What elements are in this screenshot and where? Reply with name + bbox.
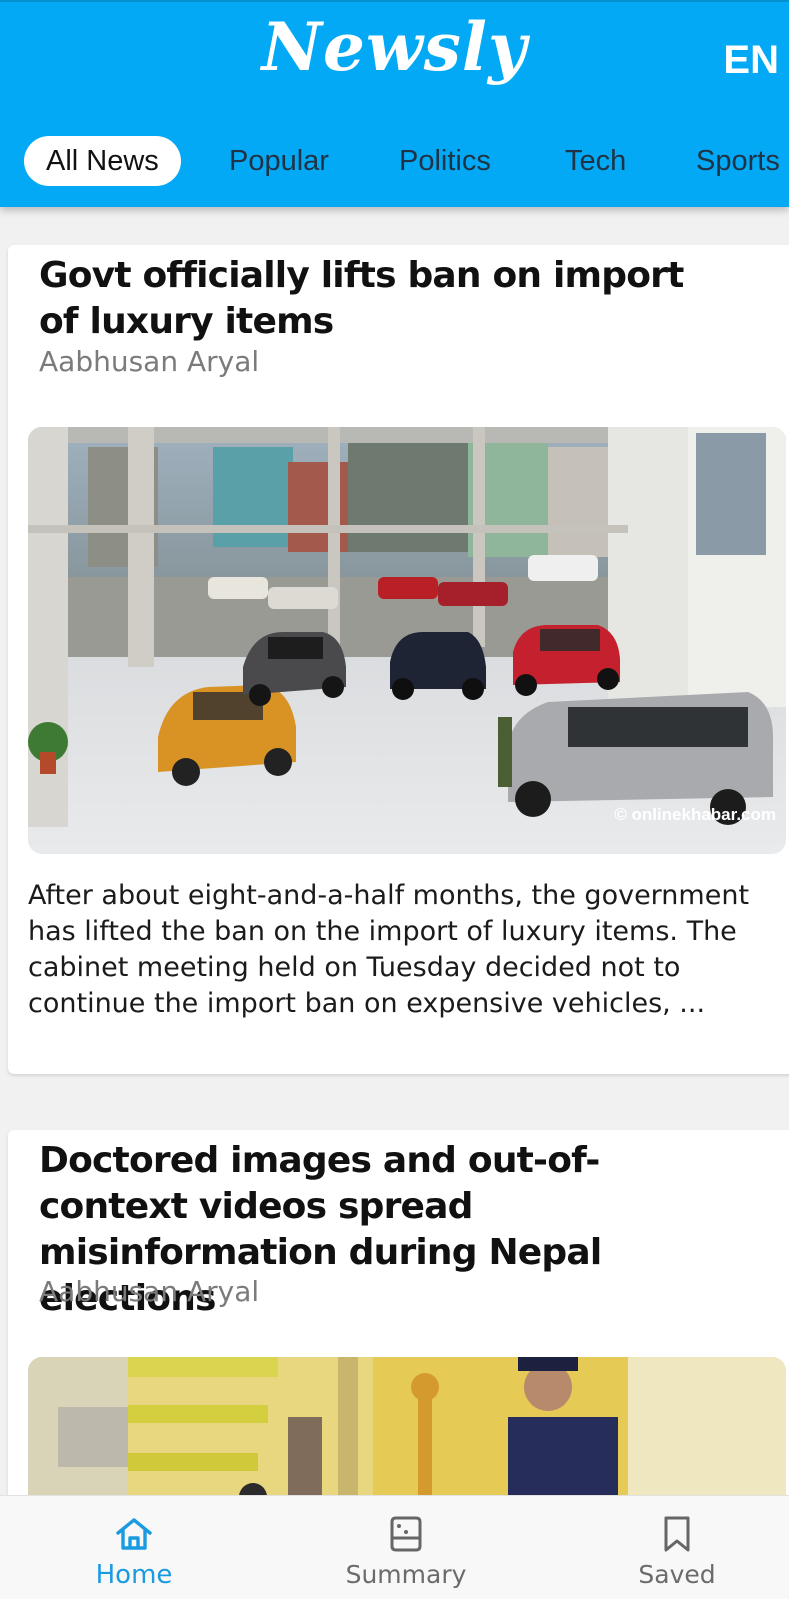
summary-icon: [390, 1516, 422, 1552]
nav-home[interactable]: Home: [34, 1496, 234, 1599]
showroom-photo: © onlinekhabar.com: [28, 427, 786, 854]
polling-station-photo: [28, 1357, 786, 1495]
tab-politics[interactable]: Politics: [399, 136, 491, 186]
status-line: [0, 0, 789, 2]
article-author: Aabhusan Aryal: [39, 345, 260, 378]
news-feed[interactable]: Govt officially lifts ban on import of l…: [0, 207, 789, 1495]
article-author: Aabhusan Aryal: [39, 1275, 260, 1308]
language-toggle-button[interactable]: EN: [723, 38, 779, 83]
nav-summary-label: Summary: [345, 1560, 467, 1589]
article-card[interactable]: Govt officially lifts ban on import of l…: [8, 245, 789, 1074]
image-watermark: © onlinekhabar.com: [614, 805, 776, 824]
app-header: Newsly EN All News Popular Politics Tech…: [0, 0, 789, 207]
tab-popular[interactable]: Popular: [229, 136, 329, 186]
article-image[interactable]: © onlinekhabar.com: [28, 427, 786, 854]
nav-home-label: Home: [95, 1560, 173, 1590]
bottom-navigation: Home Summary Saved: [0, 1495, 789, 1599]
nav-summary[interactable]: Summary: [306, 1496, 506, 1599]
tab-sports[interactable]: Sports: [696, 136, 780, 186]
category-tabs: All News Popular Politics Tech Sports: [0, 132, 789, 188]
article-image[interactable]: [28, 1357, 786, 1495]
bookmark-icon: [664, 1516, 690, 1552]
nav-saved-label: Saved: [638, 1560, 716, 1589]
nav-saved[interactable]: Saved: [577, 1496, 777, 1599]
article-excerpt: After about eight-and-a-half months, the…: [28, 880, 750, 1019]
article-title[interactable]: Govt officially lifts ban on import of l…: [39, 253, 708, 345]
tab-tech[interactable]: Tech: [565, 136, 626, 186]
tab-all-news[interactable]: All News: [24, 136, 181, 186]
home-icon: [116, 1518, 152, 1550]
article-card[interactable]: Doctored images and out-of-context video…: [8, 1130, 789, 1495]
app-logo: Newsly: [261, 8, 528, 86]
